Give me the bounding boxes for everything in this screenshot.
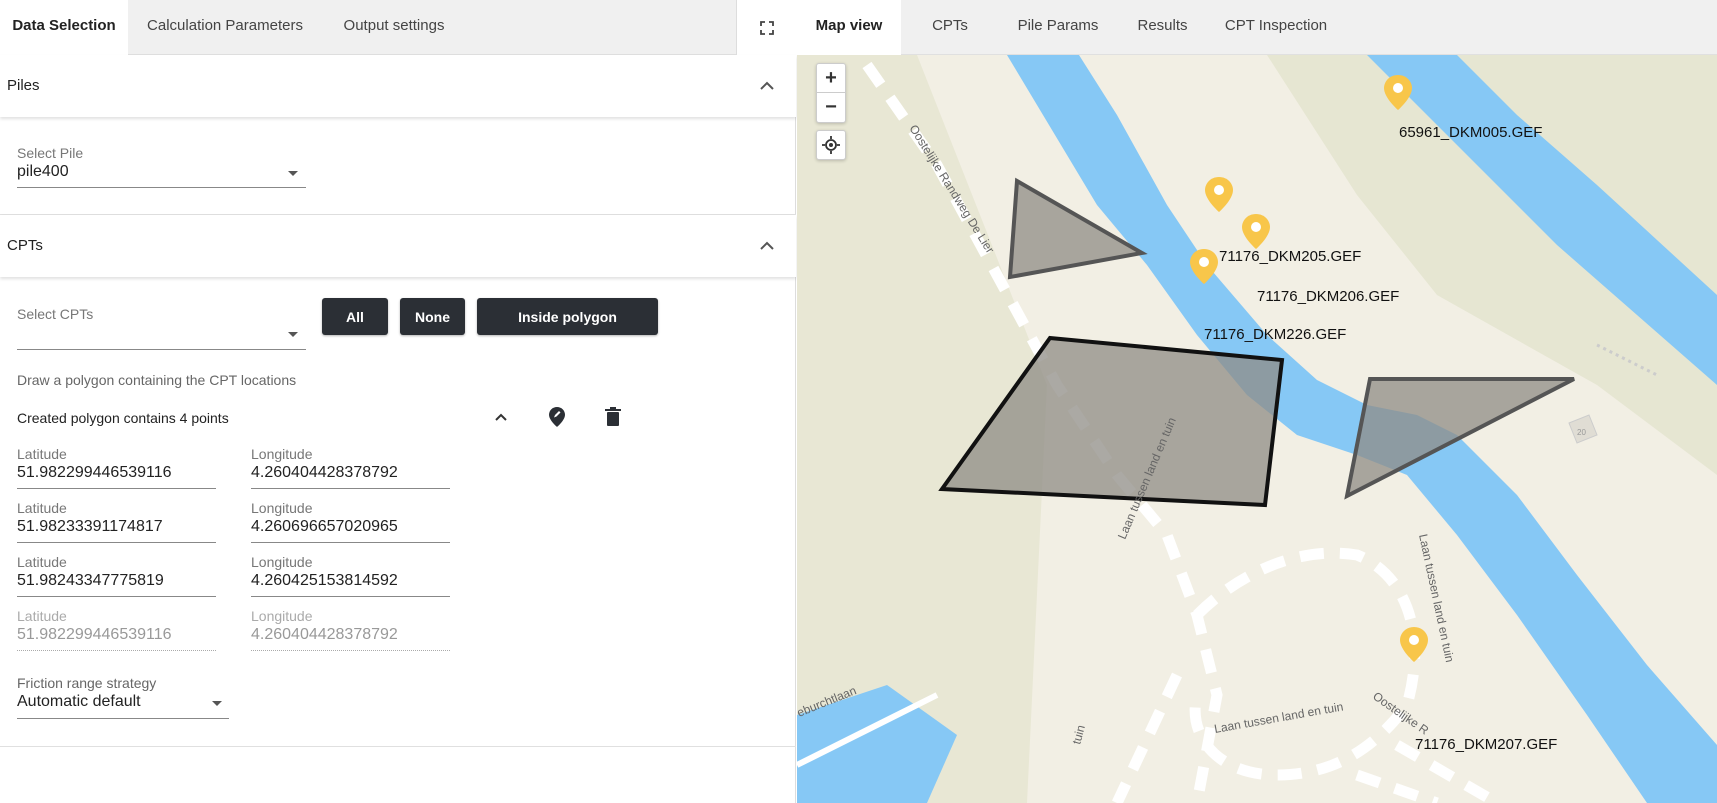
marker-label: 71176_DKM206.GEF <box>1257 288 1399 305</box>
delete-polygon-button[interactable] <box>601 405 625 429</box>
select-pile-label: Select Pile <box>17 145 84 161</box>
select-pile-value[interactable]: pile400 <box>17 163 69 181</box>
longitude-label: Longitude <box>251 446 313 462</box>
latitude-label: Latitude <box>17 554 67 570</box>
data-panel: Data Selection Calculation Parameters Ou… <box>0 0 796 803</box>
cpt-marker[interactable] <box>1242 214 1270 249</box>
longitude-input[interactable]: 4.260404428378792 <box>251 464 398 482</box>
marker-label: 65961_DKM005.GEF <box>1399 124 1542 141</box>
locate-icon <box>822 136 840 154</box>
piles-section-header[interactable]: Piles <box>0 55 796 117</box>
section-divider <box>0 746 796 747</box>
zoom-control: + − <box>816 63 846 123</box>
friction-select-value[interactable]: Automatic default <box>17 693 141 711</box>
latitude-underline <box>17 650 216 651</box>
longitude-label: Longitude <box>251 608 313 624</box>
inside-polygon-button[interactable]: Inside polygon <box>477 298 658 335</box>
marker-label: 71176_DKM207.GEF <box>1415 736 1557 753</box>
collapse-polygon-button[interactable] <box>489 406 513 430</box>
longitude-input: 4.260404428378792 <box>251 626 398 643</box>
tab-data-selection[interactable]: Data Selection <box>0 0 128 55</box>
marker-label: 71176_DKM205.GEF <box>1219 248 1361 265</box>
longitude-label: Longitude <box>251 554 313 570</box>
cpt-marker[interactable] <box>1400 627 1428 662</box>
friction-dropdown-caret-icon[interactable] <box>212 701 222 706</box>
longitude-underline <box>251 650 450 651</box>
right-tabbar: Map view CPTs Pile Params Results CPT In… <box>797 0 1717 55</box>
left-tabbar: Data Selection Calculation Parameters Ou… <box>0 0 795 55</box>
locate-button[interactable] <box>816 130 846 160</box>
longitude-underline <box>251 542 450 543</box>
cpts-section-header[interactable]: CPTs <box>0 215 796 277</box>
cpt-marker[interactable] <box>1205 177 1233 212</box>
select-all-button[interactable]: All <box>322 298 388 335</box>
latitude-input[interactable]: 51.98243347775819 <box>17 572 164 590</box>
map-canvas[interactable]: 20 Oostelijke Randweg De Lier Laan tusse… <box>797 55 1717 803</box>
tab-pile-params[interactable]: Pile Params <box>999 0 1117 55</box>
street-label: tuin <box>1069 723 1088 745</box>
piles-title: Piles <box>7 77 40 94</box>
trash-icon <box>605 407 621 426</box>
zoom-in-button[interactable]: + <box>817 64 845 93</box>
tab-calculation-parameters[interactable]: Calculation Parameters <box>128 0 322 55</box>
tab-cpts[interactable]: CPTs <box>901 0 999 55</box>
road <box>1112 672 1182 803</box>
latitude-label: Latitude <box>17 608 67 624</box>
street-label: Oostelijke R <box>1370 689 1431 738</box>
street-label: Laan tussen land en tuin <box>1213 699 1344 735</box>
longitude-input[interactable]: 4.260425153814592 <box>251 572 398 590</box>
longitude-underline <box>251 488 450 489</box>
tab-output-settings[interactable]: Output settings <box>322 0 466 55</box>
fullscreen-icon <box>759 20 774 35</box>
latitude-underline <box>17 596 216 597</box>
building-number: 20 <box>1577 428 1586 437</box>
friction-select-underline <box>17 718 229 719</box>
select-cpts-label: Select CPTs <box>17 306 94 322</box>
edit-location-button[interactable] <box>545 405 569 429</box>
fullscreen-button[interactable] <box>736 0 796 55</box>
road <box>1355 769 1439 803</box>
longitude-label: Longitude <box>251 500 313 516</box>
cpts-title: CPTs <box>7 237 43 254</box>
latitude-input[interactable]: 51.98233391174817 <box>17 518 163 536</box>
tab-results[interactable]: Results <box>1117 0 1208 55</box>
cpts-dropdown-caret-icon[interactable] <box>288 332 298 337</box>
longitude-input[interactable]: 4.260696657020965 <box>251 518 398 536</box>
longitude-underline <box>251 596 450 597</box>
chevron-up-icon[interactable] <box>756 75 778 97</box>
marker-label: 71176_DKM226.GEF <box>1204 326 1346 343</box>
pile-dropdown-caret-icon[interactable] <box>288 171 298 176</box>
chevron-up-icon <box>495 413 507 421</box>
latitude-label: Latitude <box>17 500 67 516</box>
latitude-underline <box>17 542 216 543</box>
friction-label: Friction range strategy <box>17 675 157 691</box>
map-svg[interactable]: 20 Oostelijke Randweg De Lier Laan tusse… <box>797 55 1717 803</box>
latitude-underline <box>17 488 216 489</box>
view-panel: Map view CPTs Pile Params Results CPT In… <box>797 0 1717 803</box>
polygon-summary: Created polygon contains 4 points <box>17 410 229 426</box>
latitude-input[interactable]: 51.982299446539116 <box>17 464 172 482</box>
road <box>1189 547 1421 781</box>
polygon-hint: Draw a polygon containing the CPT locati… <box>17 372 297 388</box>
tab-map-view[interactable]: Map view <box>797 0 901 55</box>
latitude-label: Latitude <box>17 446 67 462</box>
edit-location-icon <box>549 407 565 427</box>
app-root: Data Selection Calculation Parameters Ou… <box>0 0 1717 803</box>
cpts-select-underline <box>17 349 306 350</box>
chevron-up-icon[interactable] <box>756 235 778 257</box>
latitude-input: 51.982299446539116 <box>17 626 172 643</box>
tab-cpt-inspection[interactable]: CPT Inspection <box>1208 0 1344 55</box>
select-none-button[interactable]: None <box>400 298 465 335</box>
zoom-out-button[interactable]: − <box>817 93 845 122</box>
pile-select-underline <box>17 187 306 188</box>
